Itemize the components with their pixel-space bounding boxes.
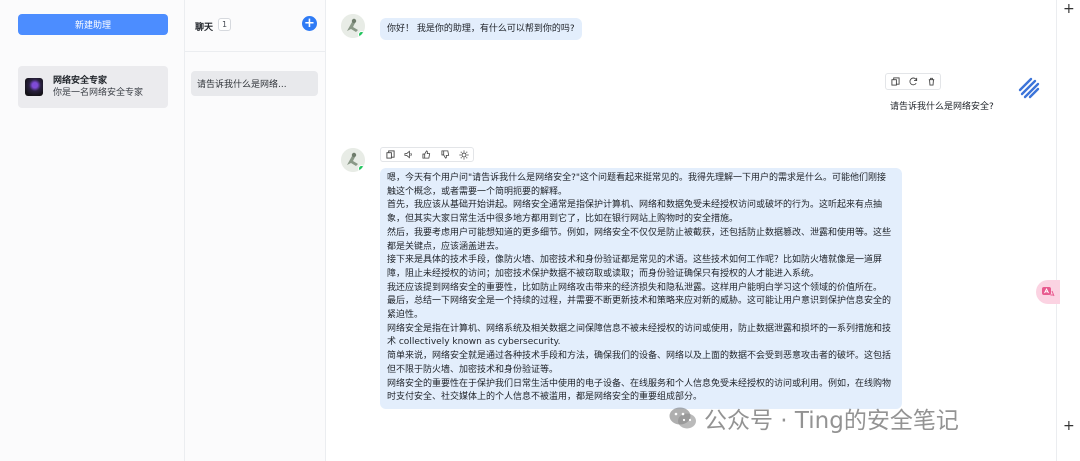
bot-message-actions — [380, 147, 474, 162]
assistant-description: 你是一名网络安全专家 — [53, 87, 144, 98]
assistant-sidebar: 新建助理 网络安全专家 你是一名网络安全专家 — [0, 0, 185, 461]
user-message-actions — [885, 73, 941, 90]
bot-avatar — [341, 14, 365, 38]
answer-paragraph: 嗯，今天有个用户问"请告诉我什么是网络安全?"这个问题看起来挺常见的。我得先理解… — [387, 173, 887, 197]
answer-paragraph: 简单来说，网络安全就是通过各种技术手段和方法，确保我们的设备、网络以及上面的数据… — [387, 351, 892, 375]
online-indicator — [358, 31, 365, 38]
translate-icon — [1042, 287, 1055, 297]
user-message: 请告诉我什么是网络安全? — [890, 102, 994, 112]
answer-paragraph: 我还应该提到网络安全的重要性，比如防止网络攻击带来的经济损失和隐私泄露。这样用户… — [387, 282, 883, 293]
answer-paragraph: 最后，总结一下网络安全是一个持续的过程，并需要不断更新技术和策略来应对新的威胁。… — [387, 296, 892, 321]
chats-count-badge: 1 — [218, 18, 232, 31]
watermark-text: 公众号 · Ting的安全笔记 — [704, 408, 959, 434]
wechat-icon — [669, 407, 696, 429]
online-indicator — [358, 165, 365, 172]
greeting-message: 你好！ 我是你的助理，有什么可以帮到你的吗? — [380, 18, 582, 40]
add-chat-icon[interactable]: + — [302, 16, 317, 31]
conversation-area: 你好！ 我是你的助理，有什么可以帮到你的吗? 请告诉我什么是网络安全? 嗯，今天… — [326, 0, 1056, 461]
thumbs-up-icon[interactable] — [420, 148, 434, 162]
speaker-icon[interactable] — [402, 148, 416, 162]
user-avatar — [1017, 76, 1041, 100]
add-icon[interactable]: + — [1063, 418, 1075, 434]
thumbs-down-icon[interactable] — [438, 148, 452, 162]
assistant-item[interactable]: 网络安全专家 你是一名网络安全专家 — [18, 66, 168, 108]
chats-title: 聊天 — [195, 23, 214, 33]
floating-translate-button[interactable] — [1036, 280, 1060, 304]
right-toolbar: + + — [1056, 0, 1080, 461]
new-assistant-button[interactable]: 新建助理 — [18, 14, 168, 35]
copy-icon[interactable] — [383, 148, 397, 162]
answer-paragraph: 网络安全是指在计算机、网络系统及相关数据之间保障信息不被未经授权的访问或使用，防… — [387, 323, 892, 348]
user-avatar-icon — [1017, 76, 1041, 100]
assistant-answer: 嗯，今天有个用户问"请告诉我什么是网络安全?"这个问题看起来挺常见的。我得先理解… — [380, 168, 902, 409]
copy-icon[interactable] — [888, 75, 902, 89]
refresh-icon[interactable] — [906, 75, 920, 89]
bulb-icon[interactable] — [457, 148, 471, 162]
answer-paragraph: 首先，我应该从基础开始讲起。网络安全通常是指保护计算机、网络和数据免受未经授权访… — [387, 200, 883, 225]
answer-paragraph: 接下来是具体的技术手段，像防火墙、加密技术和身份验证都是常见的术语。这些技术如何… — [387, 255, 883, 279]
assistant-avatar — [25, 78, 43, 96]
chat-list-panel: 聊天 1 + 请告诉我什么是网络... — [185, 0, 326, 461]
chat-list-header: 聊天 1 + — [185, 0, 326, 52]
bot-avatar — [341, 148, 365, 172]
assistant-name: 网络安全专家 — [53, 75, 108, 86]
add-icon[interactable]: + — [1063, 1, 1075, 17]
watermark: 公众号 · Ting的安全笔记 — [668, 398, 959, 438]
chat-list-item[interactable]: 请告诉我什么是网络... — [191, 71, 318, 96]
answer-paragraph: 然后，我要考虑用户可能想知道的更多细节。例如，网络安全不仅仅是防止被截获，还包括… — [387, 227, 892, 252]
delete-icon[interactable] — [924, 75, 938, 89]
